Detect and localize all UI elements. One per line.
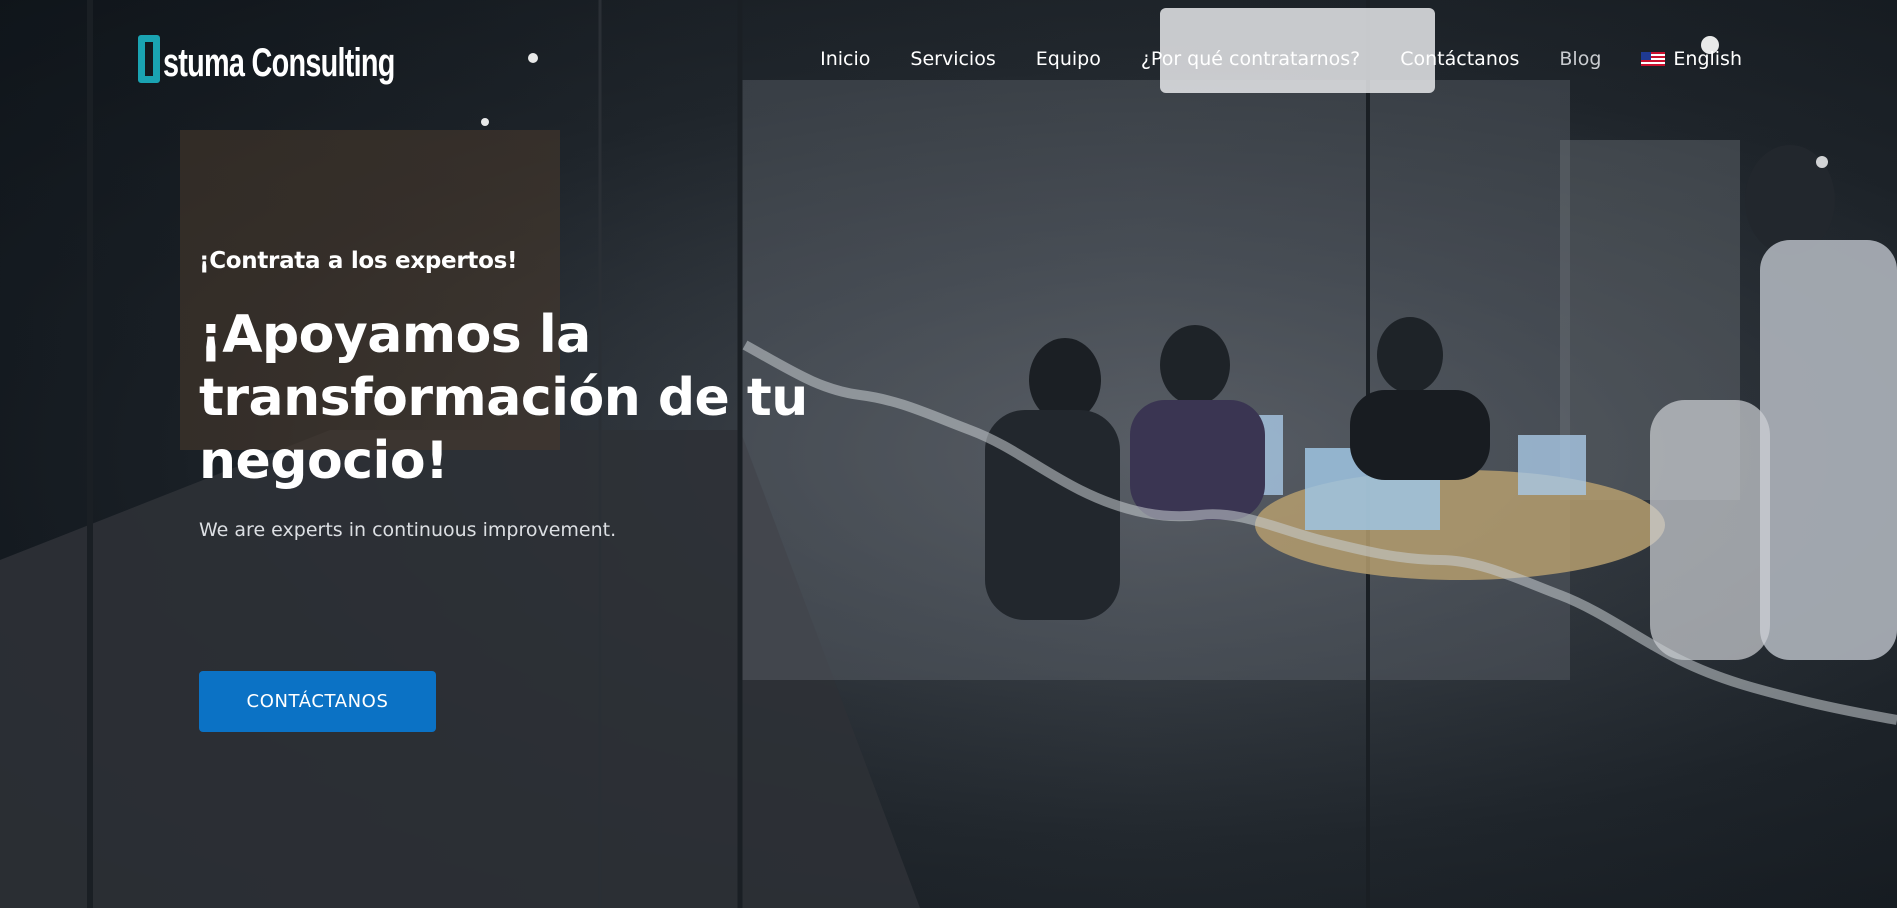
hero-subtitle: We are experts in continuous improvement… xyxy=(199,519,617,541)
contact-cta-button[interactable]: CONTÁCTANOS xyxy=(199,671,436,732)
nav-item-blog[interactable]: Blog xyxy=(1559,48,1601,70)
us-flag-icon xyxy=(1641,52,1666,66)
main-nav: Inicio Servicios Equipo ¿Por qué contrat… xyxy=(820,48,1742,70)
nav-item-servicios[interactable]: Servicios xyxy=(910,48,995,70)
nav-item-inicio[interactable]: Inicio xyxy=(820,48,870,70)
brand-logo[interactable]: stuma Consulting xyxy=(138,34,485,92)
language-label: English xyxy=(1673,48,1742,70)
hero-section: ¡Contrata a los expertos! ¡Apoyamos la t… xyxy=(199,248,839,541)
language-switcher[interactable]: English xyxy=(1641,48,1742,70)
nav-item-por-que-contratarnos[interactable]: ¿Por qué contratarnos? xyxy=(1141,48,1360,70)
hero-eyebrow: ¡Contrata a los expertos! xyxy=(199,248,518,274)
nav-item-equipo[interactable]: Equipo xyxy=(1036,48,1101,70)
top-navigation-bar: stuma Consulting Inicio Servicios Equipo… xyxy=(0,0,1897,130)
nav-item-contactanos[interactable]: Contáctanos xyxy=(1400,48,1519,70)
logo-mark-icon xyxy=(138,35,160,83)
logo-text: stuma Consulting xyxy=(163,40,395,85)
hero-headline: ¡Apoyamos la transformación de tu negoci… xyxy=(199,305,808,491)
